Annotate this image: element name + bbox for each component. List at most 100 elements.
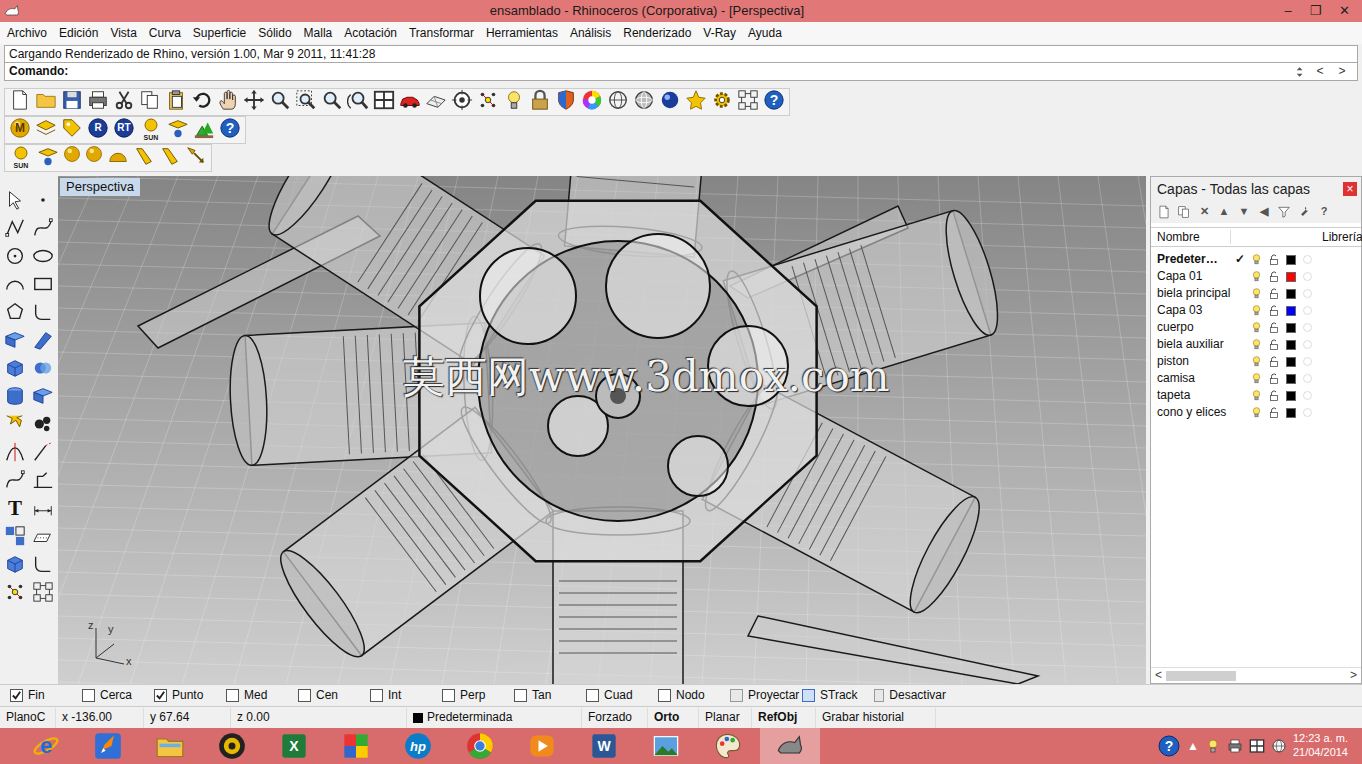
layer-color-swatch[interactable] <box>1286 340 1296 350</box>
visibility-toggle[interactable] <box>1248 389 1265 402</box>
lockopen-icon[interactable] <box>1268 305 1280 317</box>
trim-icon[interactable] <box>4 441 26 463</box>
scroll-right-button[interactable]: > <box>1350 668 1357 682</box>
layer-name[interactable]: Predeter… <box>1151 252 1231 266</box>
menu-item[interactable]: Acotación <box>338 26 403 40</box>
bluecirc-icon[interactable]: RT <box>113 117 135 139</box>
osnap-option[interactable]: Fin <box>10 688 82 702</box>
layer-row[interactable]: piston <box>1151 353 1361 370</box>
taskbar-app[interactable]: X <box>264 728 324 764</box>
column-name[interactable]: Librería <box>1316 230 1362 244</box>
lock-toggle[interactable] <box>1265 356 1282 368</box>
layout-icon[interactable] <box>32 525 54 547</box>
status-toggle[interactable]: Planar <box>699 708 752 728</box>
media-icon[interactable] <box>528 732 556 760</box>
layer-name[interactable]: camisa <box>1151 371 1231 385</box>
layer-color-swatch[interactable] <box>1286 391 1296 401</box>
blank-icon[interactable]: T <box>3 496 27 520</box>
lock-toggle[interactable] <box>1265 254 1282 266</box>
taskbar-app[interactable] <box>450 728 510 764</box>
car-icon[interactable] <box>399 89 421 111</box>
layer-color-swatch[interactable] <box>1286 272 1296 282</box>
menu-item[interactable]: Análisis <box>564 26 617 40</box>
checkbox[interactable] <box>226 689 239 702</box>
layer-color-cell[interactable] <box>1282 289 1299 299</box>
osnap-option[interactable]: Med <box>226 688 298 702</box>
taskbar-app[interactable] <box>698 728 758 764</box>
command-line[interactable]: Comando:<> <box>4 63 1358 81</box>
layer-row[interactable]: cuerpo <box>1151 319 1361 336</box>
doc-icon[interactable] <box>9 89 31 111</box>
taskbar-app[interactable]: hp <box>388 728 448 764</box>
undo-icon[interactable] <box>191 89 213 111</box>
layer-color-cell[interactable] <box>1282 340 1299 350</box>
visibility-toggle[interactable] <box>1248 287 1265 300</box>
hand-icon[interactable] <box>217 89 239 111</box>
folder-icon[interactable] <box>35 89 57 111</box>
spheres-icon[interactable] <box>32 357 54 379</box>
menu-item[interactable]: Herramientas <box>480 26 564 40</box>
lock-toggle[interactable] <box>1265 322 1282 334</box>
scroll-thumb[interactable] <box>1166 671 1236 681</box>
lock-toggle[interactable] <box>1265 339 1282 351</box>
ie-icon[interactable]: e <box>32 732 60 760</box>
lockopen-icon[interactable] <box>1268 288 1280 300</box>
srf-icon[interactable] <box>32 385 54 407</box>
helpc-icon[interactable]: ? <box>763 89 785 111</box>
lockopen-icon[interactable] <box>1268 271 1280 283</box>
photos-icon[interactable] <box>652 732 680 760</box>
blocks-icon[interactable] <box>4 525 26 547</box>
star-icon[interactable] <box>685 89 707 111</box>
osnap-option[interactable]: Proyectar <box>730 688 802 702</box>
lockopen-icon[interactable] <box>1268 390 1280 402</box>
taskbar-app[interactable] <box>326 728 386 764</box>
lockopen-icon[interactable] <box>1268 254 1280 266</box>
layer-tool-button[interactable]: ▲ <box>1217 205 1231 218</box>
close-button[interactable]: × <box>1343 182 1357 196</box>
y-coordinate[interactable]: y 67.64 <box>144 708 231 728</box>
material-dot[interactable] <box>1303 289 1312 298</box>
doc-icon[interactable] <box>1157 205 1171 219</box>
lockopen-icon[interactable] <box>1268 407 1280 419</box>
menu-item[interactable]: V-Ray <box>697 26 742 40</box>
layer-tool-button[interactable]: ? <box>1317 205 1331 218</box>
checkbox[interactable] <box>298 689 311 702</box>
osnap-option[interactable]: STrack <box>802 688 874 702</box>
material-dot[interactable] <box>1303 357 1312 366</box>
dot-icon[interactable] <box>32 189 54 211</box>
menu-item[interactable]: Sólido <box>252 26 297 40</box>
menu-item[interactable]: Malla <box>298 26 339 40</box>
current-layer-mark[interactable]: ✓ <box>1231 252 1248 266</box>
explode-icon[interactable] <box>4 413 26 435</box>
points-icon[interactable] <box>4 581 26 603</box>
lock-toggle[interactable] <box>1265 288 1282 300</box>
extend-icon[interactable] <box>32 441 54 463</box>
osnap-option[interactable]: Cen <box>298 688 370 702</box>
sunsmall-icon[interactable]: SUN <box>139 117 163 141</box>
taskbar-app[interactable] <box>512 728 572 764</box>
lock-icon[interactable] <box>529 89 551 111</box>
visibility-toggle[interactable] <box>1248 338 1265 351</box>
shield-icon[interactable] <box>555 89 577 111</box>
bulbon-icon[interactable] <box>1250 406 1263 419</box>
minimize-button[interactable]: – <box>1274 3 1302 19</box>
chrome-icon[interactable] <box>466 732 494 760</box>
lock-toggle[interactable] <box>1265 373 1282 385</box>
grid4-icon[interactable] <box>1249 738 1265 754</box>
bluecirc-icon[interactable]: R <box>87 117 109 139</box>
layer-color-swatch[interactable] <box>1286 306 1296 316</box>
explorer-icon[interactable] <box>156 732 184 760</box>
current-layer[interactable]: Predeterminada <box>407 708 582 728</box>
material-dot[interactable] <box>1303 306 1312 315</box>
copy-icon[interactable] <box>1177 205 1191 219</box>
taskbar-app[interactable]: e <box>16 728 76 764</box>
bluesphere-icon[interactable] <box>659 89 681 111</box>
material-dot[interactable] <box>1303 323 1312 332</box>
rhino-icon[interactable] <box>776 732 804 760</box>
layer-name[interactable]: piston <box>1151 354 1231 368</box>
visibility-toggle[interactable] <box>1248 372 1265 385</box>
rotview-icon[interactable] <box>347 89 369 111</box>
bulbon-icon[interactable] <box>1250 389 1263 402</box>
layer-color-cell[interactable] <box>1282 272 1299 282</box>
goldsphere-icon[interactable] <box>63 145 81 163</box>
